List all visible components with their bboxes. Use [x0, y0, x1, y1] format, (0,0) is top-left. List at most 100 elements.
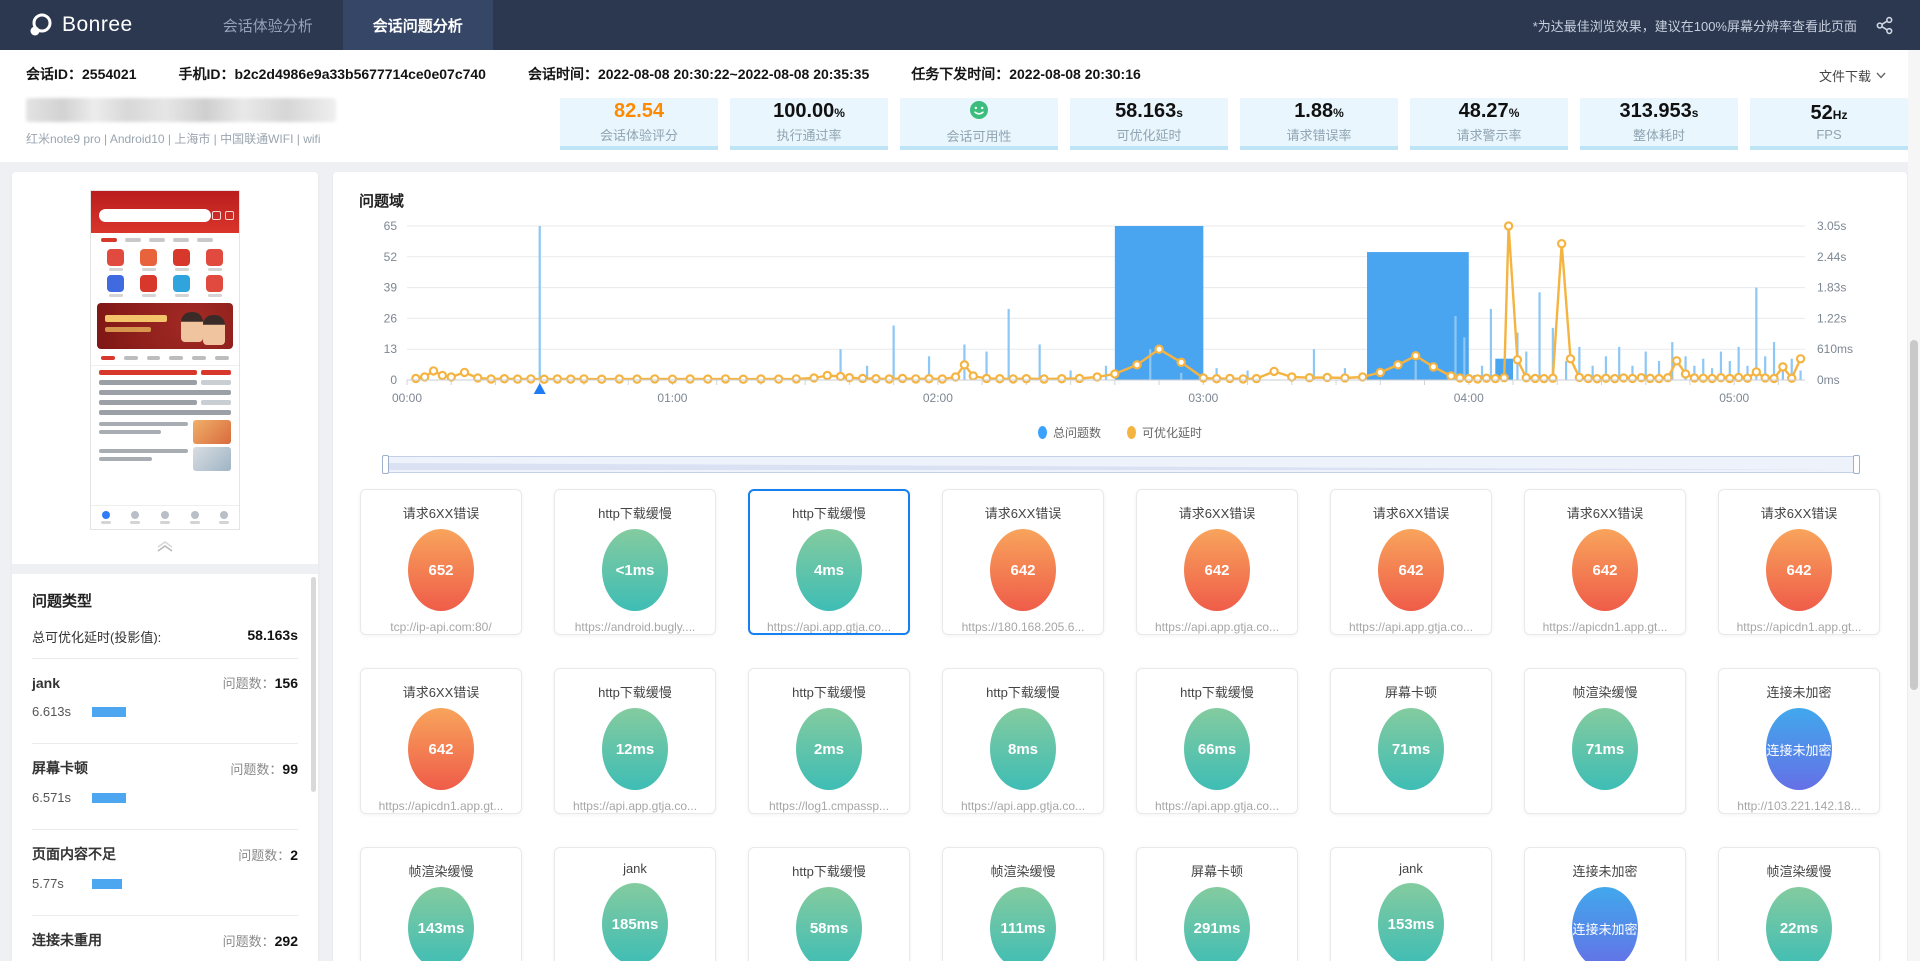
page-scrollbar-thumb[interactable] [1910, 340, 1918, 690]
issue-bubble: 642 [1378, 529, 1444, 611]
issue-card[interactable]: 屏幕卡顿71ms [1330, 668, 1492, 814]
svg-text:1.83s: 1.83s [1817, 281, 1846, 295]
issue-card[interactable]: jank185ms [554, 847, 716, 961]
issue-bubble: 642 [1184, 529, 1250, 611]
issue-type: 屏幕卡顿 [1191, 861, 1243, 880]
metric-card: 1.88%请求错误率 [1240, 98, 1398, 150]
svg-text:13: 13 [384, 342, 398, 356]
datazoom-handle-right[interactable] [1853, 455, 1860, 474]
issue-url: https://apicdn1.app.gt... [1543, 620, 1668, 634]
collapse-screenshot-button[interactable] [12, 540, 318, 558]
device-name-redacted [26, 98, 336, 122]
metric-label: 请求警示率 [1456, 125, 1521, 144]
session-field: 手机ID：b2c2d4986e9a33b5677714ce0e07c740 [179, 64, 486, 84]
issue-type: 请求6XX错误 [403, 503, 480, 522]
metric-card: 100.00%执行通过率 [730, 98, 888, 150]
issue-card[interactable]: http下载缓慢8mshttps://api.app.gtja.co... [942, 668, 1104, 814]
problem-type-bar [92, 707, 126, 717]
svg-text:00:00: 00:00 [392, 391, 422, 405]
issue-type: 请求6XX错误 [1179, 503, 1256, 522]
share-icon[interactable] [1875, 16, 1894, 35]
datazoom-handle-left[interactable] [382, 455, 389, 474]
issue-card[interactable]: http下载缓慢<1mshttps://android.bugly.... [554, 489, 716, 635]
bonree-logo-icon [28, 12, 54, 38]
issue-card[interactable]: 帧渲染缓慢71ms [1524, 668, 1686, 814]
issue-card[interactable]: 帧渲染缓慢143ms [360, 847, 522, 961]
metric-label: 整体耗时 [1633, 125, 1685, 144]
issue-card[interactable]: 请求6XX错误652tcp://ip-api.com:80/ [360, 489, 522, 635]
svg-text:65: 65 [384, 219, 398, 233]
problem-type-item[interactable]: 屏幕卡顿问题数：996.571s [32, 743, 298, 817]
issue-card[interactable]: 帧渲染缓慢111ms [942, 847, 1104, 961]
legend-item[interactable]: 总问题数 [1038, 424, 1101, 441]
issue-bubble: 71ms [1572, 708, 1638, 790]
file-download-button[interactable]: 文件下载 [1819, 66, 1886, 85]
issue-type: 连接未加密 [1766, 682, 1831, 701]
top-navbar: Bonree 会话体验分析会话问题分析 *为达最佳浏览效果，建议在100%屏幕分… [0, 0, 1920, 50]
issue-bubble: 8ms [990, 708, 1056, 790]
issue-url: https://180.168.205.6... [962, 620, 1085, 634]
issue-bubble: 66ms [1184, 708, 1250, 790]
session-fields: 会话ID：2554021手机ID：b2c2d4986e9a33b5677714c… [26, 64, 1141, 84]
nav-tab-problem[interactable]: 会话问题分析 [343, 0, 493, 50]
session-field: 任务下发时间：2022-08-08 20:30:16 [911, 64, 1141, 84]
issue-card[interactable]: http下载缓慢12mshttps://api.app.gtja.co... [554, 668, 716, 814]
metric-label: 会话可用性 [946, 126, 1011, 145]
issue-bubble: 22ms [1766, 887, 1832, 961]
issue-bubble: 642 [408, 708, 474, 790]
issue-card[interactable]: 请求6XX错误 642 https://apicdn1.app.gt... [1524, 489, 1686, 635]
issue-type: 帧渲染缓慢 [1766, 861, 1831, 880]
issue-card[interactable]: 请求6XX错误642https://api.app.gtja.co... [1136, 489, 1298, 635]
issue-type: jank [623, 861, 647, 876]
problem-type-item[interactable]: 页面内容不足问题数：25.77s [32, 829, 298, 903]
problem-type-count: 问题数：292 [223, 931, 298, 950]
legend-item[interactable]: 可优化延时 [1127, 424, 1202, 441]
issue-card-selected[interactable]: http下载缓慢4mshttps://api.app.gtja.co... [748, 489, 910, 635]
issue-bubble: 642 [1572, 529, 1638, 611]
phone-app-header [91, 191, 239, 233]
problem-type-item[interactable]: jank问题数：1566.613s [32, 658, 298, 731]
issue-card[interactable]: 连接未加密连接未加密http://103.221.142.18... [1718, 668, 1880, 814]
phone-screenshot [90, 190, 240, 530]
issue-card[interactable]: 连接未加密连接未加密 [1524, 847, 1686, 961]
resolution-notice: *为达最佳浏览效果，建议在100%屏幕分辨率查看此页面 [1533, 16, 1857, 35]
issue-card[interactable]: 请求6XX错误642https://apicdn1.app.gt... [360, 668, 522, 814]
optimizable-delay-label: 总可优化延时(投影值): [32, 627, 161, 646]
issue-url: https://api.app.gtja.co... [767, 620, 891, 633]
sidebar-scrollbar[interactable] [311, 577, 316, 792]
problem-type-panel: 问题类型 总可优化延时(投影值): 58.163s jank问题数：1566.6… [12, 574, 318, 961]
problem-type-duration: 6.613s [32, 704, 78, 719]
problem-type-duration: 5.77s [32, 876, 78, 891]
session-field: 会话时间：2022-08-08 20:30:22~2022-08-08 20:3… [528, 64, 869, 84]
session-header: 会话ID：2554021手机ID：b2c2d4986e9a33b5677714c… [0, 50, 1920, 162]
metric-card: 52HzFPS [1750, 98, 1908, 150]
issue-type: 请求6XX错误 [1567, 503, 1644, 522]
problem-type-count: 问题数：99 [230, 759, 298, 778]
metric-label: 会话体验评分 [600, 125, 678, 144]
issue-card[interactable]: 帧渲染缓慢 22ms [1718, 847, 1880, 961]
svg-text:0: 0 [390, 373, 397, 387]
phone-bottom-nav [91, 505, 239, 529]
nav-tab-experience[interactable]: 会话体验分析 [193, 0, 343, 50]
issue-type: http下载缓慢 [792, 682, 866, 701]
issue-card[interactable]: http下载缓慢66mshttps://api.app.gtja.co... [1136, 668, 1298, 814]
issue-card[interactable]: 屏幕卡顿 291ms [1136, 847, 1298, 961]
legend-label: 总问题数 [1053, 424, 1101, 441]
problem-type-item[interactable]: 连接未重用问题数：2922.849s [32, 915, 298, 961]
issue-type: 连接未加密 [1572, 861, 1637, 880]
device-info: 红米note9 pro | Android10 | 上海市 | 中国联通WIFI… [26, 130, 321, 147]
issue-card[interactable]: http下载缓慢58ms [748, 847, 910, 961]
issue-type: 屏幕卡顿 [1385, 682, 1437, 701]
issue-card[interactable]: jank153ms [1330, 847, 1492, 961]
issue-bubble: 143ms [408, 887, 474, 961]
phone-news-list [91, 366, 239, 415]
problem-type-count: 问题数：156 [223, 673, 298, 692]
datazoom-slider[interactable] [385, 456, 1857, 473]
issue-url: https://android.bugly.... [575, 620, 696, 634]
issue-card[interactable]: http下载缓慢2mshttps://log1.cmpassp... [748, 668, 910, 814]
issue-card[interactable]: 请求6XX错误642https://apicdn1.app.gt... [1718, 489, 1880, 635]
svg-text:05:00: 05:00 [1719, 391, 1749, 405]
issue-card[interactable]: 请求6XX错误642https://api.app.gtja.co... [1330, 489, 1492, 635]
issue-card[interactable]: 请求6XX错误642https://180.168.205.6... [942, 489, 1104, 635]
issue-bubble: 291ms [1184, 887, 1250, 961]
